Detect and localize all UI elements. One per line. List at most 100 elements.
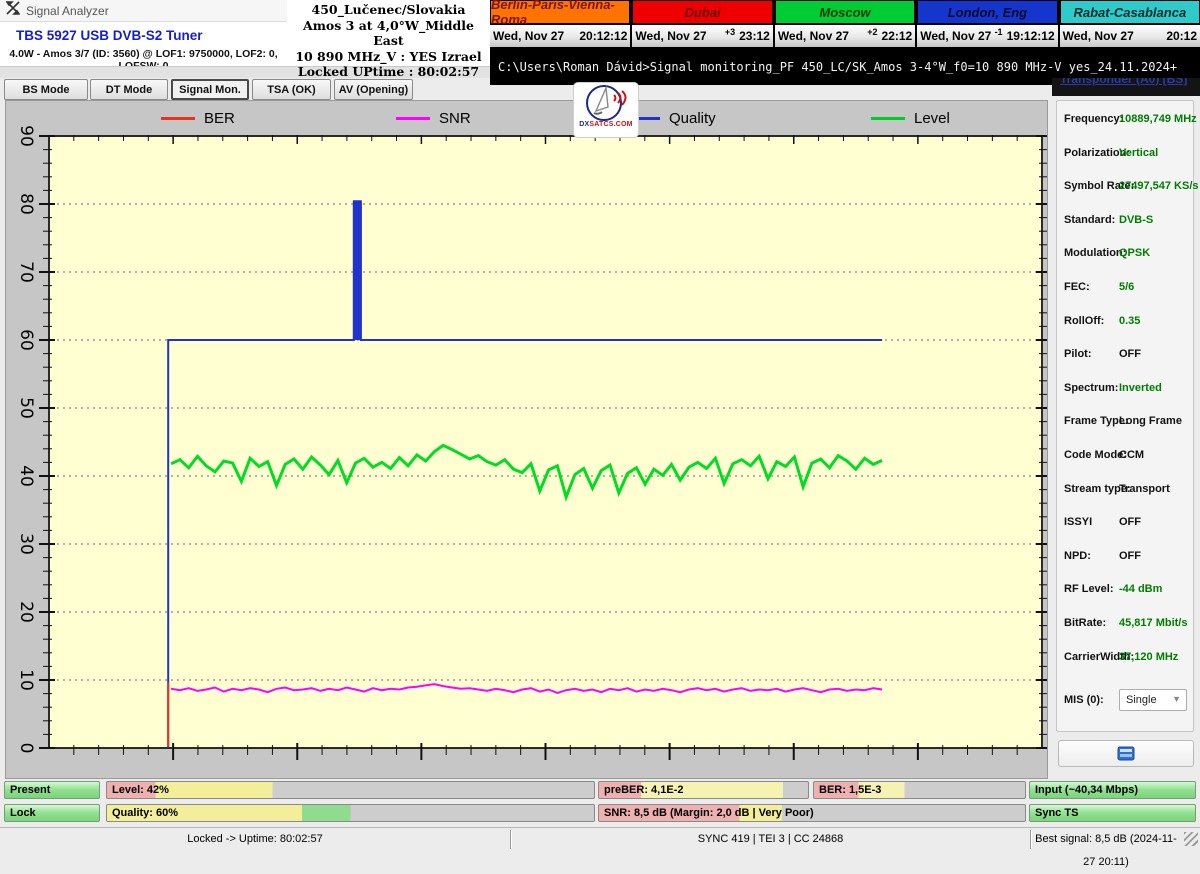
transponder-row-value: 0.35 — [1119, 314, 1141, 327]
transponder-row-label: Modulation: — [1064, 247, 1127, 260]
level-meter: Level: 42% — [106, 781, 595, 799]
device-button[interactable] — [1058, 740, 1194, 767]
world-clocks: Berlin-Paris-Vienna-Roma Wed, Nov 27 20:1… — [490, 0, 1200, 50]
clock-time: 20:12:12 — [579, 29, 628, 43]
transponder-row: Frequency: 10889,749 MHz — [1057, 113, 1197, 129]
clock-time: 22:12 — [881, 29, 913, 43]
sync-ts-badge: Sync TS — [1029, 804, 1196, 822]
drive-icon — [1117, 746, 1135, 761]
transponder-row: FEC: 5/6 — [1057, 281, 1195, 297]
transponder-row-value: OFF — [1119, 549, 1141, 562]
tab-av[interactable]: AV (Opening) — [334, 79, 413, 100]
clock-city-label: Berlin-Paris-Vienna-Roma — [490, 0, 631, 27]
transponder-row-value: OFF — [1119, 516, 1141, 529]
transponder-row-label: BitRate: — [1064, 617, 1107, 629]
level-legend-line — [871, 117, 905, 120]
input-badge: Input (~40,34 Mbps) — [1029, 781, 1196, 799]
ber-meter: BER: 1,5E-3 — [813, 781, 1026, 799]
transponder-row: Spectrum: Inverted — [1057, 382, 1195, 398]
transponder-row: Code Mode: CCM — [1057, 449, 1195, 465]
lock-badge: Lock — [4, 804, 100, 822]
svg-text:50: 50 — [16, 397, 36, 419]
statusbar-uptime: Locked -> Uptime: 80:02:57 — [187, 833, 323, 845]
site-line-frequency: 10 890 MHz_V : YES Izrael — [295, 48, 482, 64]
clock-moscow: Moscow Wed, Nov 27 +2 22:12 — [774, 0, 918, 50]
site-info-panel: PF Prodelin 450_Lučenec/Slovakia Amos 3 … — [287, 0, 490, 79]
mis-row: MIS (0): Single ▼ — [1057, 689, 1195, 711]
transponder-row-label: Pilot: — [1064, 348, 1092, 361]
clock-date: Wed, Nov 27 — [777, 29, 849, 43]
transponder-row: BitRate: 45,817 Mbit/s — [1057, 617, 1195, 633]
transponder-row-value: -44 dBm — [1119, 583, 1163, 596]
svg-text:60: 60 — [16, 329, 36, 351]
tab-bs-mode[interactable]: BS Mode — [4, 79, 88, 100]
chevron-down-icon: ▼ — [1172, 694, 1181, 704]
tuner-title: TBS 5927 USB DVB-S2 Tuner — [16, 28, 203, 43]
clock-utc-offset: +3 — [724, 27, 736, 37]
clock-time: 23:12 — [739, 29, 770, 43]
clock-date: Wed, Nov 27 — [920, 29, 992, 43]
legend-label: BER — [204, 110, 235, 127]
transponder-row-value: 37,120 MHz — [1119, 650, 1179, 663]
clock-city-label: London, Eng — [917, 0, 1058, 24]
mode-tabs: BS Mode DT Mode Signal Mon. TSA (OK) AV … — [0, 78, 490, 100]
transponder-row: RollOff: 0.35 — [1057, 315, 1195, 331]
statusbar: Locked -> Uptime: 80:02:57 SYNC 419 | TE… — [0, 827, 1200, 868]
clock-city-label: Moscow — [774, 0, 916, 24]
clocks-terminal-block: Berlin-Paris-Vienna-Roma Wed, Nov 27 20:1… — [490, 0, 1200, 85]
window-titlebar: Signal Analyzer — [0, 0, 287, 22]
mis-selected-value: Single — [1126, 694, 1157, 706]
legend-quality: Quality — [626, 110, 716, 127]
legend-label: SNR — [439, 110, 471, 127]
svg-text:0: 0 — [16, 743, 36, 754]
mis-select[interactable]: Single ▼ — [1119, 689, 1187, 711]
transponder-row-label: RollOff: — [1064, 314, 1105, 327]
transponder-row-label: FEC: — [1064, 281, 1090, 293]
transponder-row-label: Standard: — [1064, 213, 1116, 226]
clock-time: 19:12:12 — [1006, 29, 1055, 43]
transponder-row-label: ISSYI — [1064, 516, 1093, 529]
transponder-row: Polarization: Vertical — [1057, 147, 1195, 163]
transponder-row-value: CCM — [1119, 449, 1145, 461]
legend-label: Quality — [669, 110, 716, 127]
svg-text:30: 30 — [16, 533, 36, 555]
clock-time: 20:12 — [1166, 29, 1198, 43]
satellite-dish-emblem — [586, 85, 627, 121]
clock-date: Wed, Nov 27 — [493, 29, 565, 43]
transponder-info-panel: Frequency: 10889,749 MHz Polarization: Vert… — [1056, 100, 1199, 732]
transponder-row-value: 45,817 Mbit/s — [1119, 617, 1188, 629]
transponder-row-value: OFF — [1119, 348, 1141, 361]
svg-text:70: 70 — [16, 261, 36, 283]
legend-level: Level — [871, 110, 950, 127]
clock-city-label: Dubai — [632, 0, 773, 24]
resize-grip[interactable] — [1184, 832, 1198, 846]
transponder-row-value: DVB-S — [1119, 213, 1154, 226]
transponder-row-value: Inverted — [1119, 381, 1162, 394]
transponder-row-label: Spectrum: — [1064, 381, 1119, 394]
window-title: Signal Analyzer — [26, 3, 109, 18]
clock-rabat: Rabat-Casablanca Wed, Nov 27 20:12 — [1059, 0, 1200, 50]
transponder-row-value: 5/6 — [1119, 281, 1135, 293]
app-icon — [5, 1, 21, 20]
transponder-row-label: RF Level: — [1064, 583, 1114, 596]
svg-text:90: 90 — [16, 125, 36, 147]
snr-meter: SNR: 8,5 dB (Margin: 2,0 dB | Very Poor) — [598, 804, 1026, 822]
signal-chart: 0 10 20 30 40 50 60 70 80 90 — [16, 125, 1052, 760]
transponder-row: Symbol Rate: 27497,547 KS/s — [1057, 180, 1199, 196]
transponder-row-value: Transport — [1119, 482, 1170, 495]
site-line-dish: PF Prodelin 450_Lučenec/Slovakia — [311, 0, 466, 17]
transponder-row-value: Vertical — [1119, 146, 1159, 159]
transponder-row: Frame Type: Long Frame — [1057, 415, 1195, 431]
clock-city-label: Rabat-Casablanca — [1059, 0, 1200, 24]
site-line-satellite: Amos 3 at 4,0°W_Middle East — [303, 17, 474, 49]
clock-dubai: Dubai Wed, Nov 27 +3 23:12 — [632, 0, 775, 50]
transponder-row: Standard: DVB-S — [1057, 214, 1195, 230]
tab-signal-mon[interactable]: Signal Mon. — [171, 79, 249, 100]
transponder-heading: Transponder (A0) [BS] — [1060, 78, 1188, 86]
tab-tsa[interactable]: TSA (OK) — [252, 79, 331, 100]
transponder-row-label: Code Mode: — [1064, 449, 1127, 461]
legend-label: Level — [914, 110, 950, 127]
mis-label: MIS (0): — [1064, 694, 1104, 706]
svg-text:40: 40 — [16, 465, 36, 487]
tab-dt-mode[interactable]: DT Mode — [90, 79, 168, 100]
